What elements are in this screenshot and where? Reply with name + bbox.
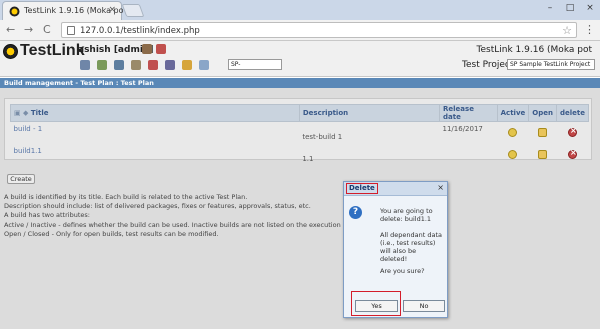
open-lock-icon[interactable] <box>538 150 548 159</box>
build-description: 1.1 <box>302 154 314 163</box>
help-line: Description should include: list of deli… <box>4 202 311 211</box>
delete-icon[interactable] <box>567 148 577 159</box>
browser-toolbar: ← → C 127.0.0.1/testlink/index.php ☆ ⋮ <box>0 20 600 41</box>
build-description: test-build 1 <box>302 132 343 141</box>
version-text: TestLink 1.9.16 (Moka pot <box>476 45 592 55</box>
build-release-date: 11/16/2017 <box>442 125 483 133</box>
column-delete: delete <box>555 104 590 122</box>
browser-tab[interactable]: TestLink 1.9.16 (Moka po × <box>2 1 124 20</box>
testlink-logo-icon <box>3 44 18 59</box>
main-nav-icons <box>80 60 209 70</box>
logout-icon[interactable] <box>156 44 166 54</box>
execute-icon[interactable] <box>131 60 141 70</box>
dialog-close-icon[interactable]: × <box>437 183 444 192</box>
tools-icon[interactable] <box>199 60 209 70</box>
desktop-icon[interactable] <box>80 60 90 70</box>
test-project-select[interactable]: SP Sample TestLink Project <box>507 59 595 70</box>
help-text: A build is identified by its title. Each… <box>4 193 349 239</box>
delete-icon[interactable] <box>567 126 577 138</box>
page-title: Build management - Test Plan : Test Plan <box>0 78 600 88</box>
question-icon: ? <box>349 206 362 219</box>
dialog-header: Delete × <box>344 182 447 196</box>
page-info-icon[interactable] <box>67 26 75 35</box>
requirements-icon[interactable] <box>97 60 107 70</box>
builds-table: ▣ ◆ Title Description Release date Activ… <box>10 104 590 166</box>
column-release-date[interactable]: Release date <box>439 104 498 122</box>
build-release-date <box>440 144 498 166</box>
back-arrow-icon[interactable]: ← <box>6 23 15 36</box>
logo-text[interactable]: TestLink <box>20 42 85 60</box>
window-controls: – □ × <box>544 3 596 13</box>
testlink-header: TestLink ashish [admin] TestLink 1.9.16 … <box>0 41 600 77</box>
main-content: ▣ ◆ Title Description Release date Activ… <box>0 88 600 329</box>
no-button[interactable]: No <box>403 300 445 312</box>
column-open: Open <box>528 104 557 122</box>
minimize-icon[interactable]: – <box>544 3 556 13</box>
testcase-search-input[interactable]: SP- <box>228 59 282 70</box>
column-description[interactable]: Description <box>298 104 441 122</box>
dialog-title: Delete <box>346 183 378 194</box>
users-icon[interactable] <box>165 60 175 70</box>
bookmark-star-icon[interactable]: ☆ <box>562 24 572 37</box>
new-tab-button[interactable] <box>121 4 145 17</box>
help-line: Active / Inactive - defines whether the … <box>4 220 341 229</box>
forward-arrow-icon[interactable]: → <box>24 23 33 36</box>
builds-panel: ▣ ◆ Title Description Release date Activ… <box>4 98 592 163</box>
address-bar[interactable]: 127.0.0.1/testlink/index.php ☆ <box>61 22 577 38</box>
yes-button[interactable]: Yes <box>355 300 398 312</box>
help-line: A build has two attributes: <box>4 211 90 220</box>
reload-icon[interactable]: C <box>43 23 51 36</box>
column-title[interactable]: ▣ ◆ Title <box>10 104 300 122</box>
maximize-icon[interactable]: □ <box>564 3 576 13</box>
browser-menu-icon[interactable]: ⋮ <box>584 23 595 36</box>
test-project-label: Test Project <box>462 60 514 70</box>
delete-dialog: Delete × ? You are going to delete: buil… <box>343 181 448 318</box>
test-spec-icon[interactable] <box>114 60 124 70</box>
dialog-warning: All dependant data (i.e., test results) … <box>380 231 442 263</box>
open-lock-icon[interactable] <box>538 128 548 138</box>
table-row: build - 1 test-build 1 11/16/2017 <box>11 122 589 144</box>
user-profile-icon[interactable] <box>142 44 152 54</box>
user-icons <box>142 44 166 54</box>
results-icon[interactable] <box>148 60 158 70</box>
table-row: build1.1 1.1 <box>11 144 589 166</box>
dialog-question: Are you sure? <box>380 267 425 275</box>
events-icon[interactable] <box>182 60 192 70</box>
build-title-link[interactable]: build1.1 <box>11 144 300 166</box>
active-bulb-icon[interactable] <box>508 150 518 159</box>
active-bulb-icon[interactable] <box>508 128 518 138</box>
help-line: A build is identified by its title. Each… <box>4 193 248 201</box>
close-window-icon[interactable]: × <box>584 3 596 13</box>
browser-tabstrip: TestLink 1.9.16 (Moka po × – □ × <box>0 0 600 20</box>
help-line: Open / Closed - Only for open builds, te… <box>4 229 219 238</box>
dialog-message: You are going to delete: build1.1 <box>380 207 433 223</box>
tab-close-icon[interactable]: × <box>108 5 116 15</box>
build-title-link[interactable]: build - 1 <box>11 122 300 144</box>
create-build-button[interactable]: Create <box>7 174 35 184</box>
column-active: Active <box>496 104 530 122</box>
url-text[interactable]: 127.0.0.1/testlink/index.php <box>80 26 200 36</box>
testlink-favicon-icon <box>9 6 20 17</box>
